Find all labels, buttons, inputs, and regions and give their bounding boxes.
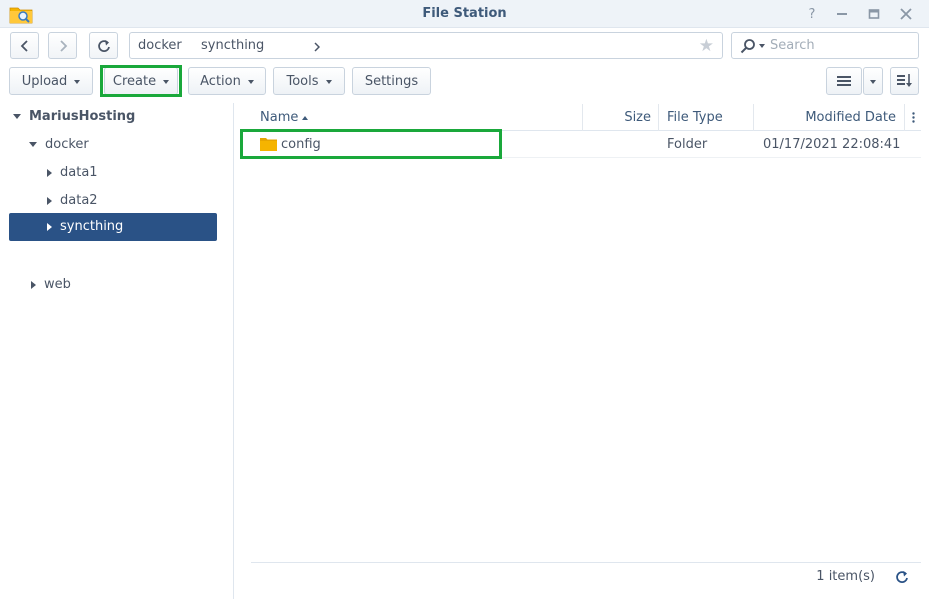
maximize-button[interactable] <box>864 4 884 24</box>
tree-item-syncthing[interactable]: syncthing <box>47 213 123 240</box>
tree-item-data2[interactable]: data2 <box>47 187 98 214</box>
folder-tree: MariusHosting docker data1 data2 syncthi… <box>0 103 234 599</box>
window-title: File Station <box>422 6 507 21</box>
column-name[interactable]: Name <box>251 104 583 131</box>
chevron-down-icon <box>74 80 81 84</box>
column-size-label: Size <box>624 110 651 125</box>
path-segment-syncthing[interactable]: syncthing <box>201 38 264 53</box>
upload-button[interactable]: Upload <box>9 67 93 95</box>
maximize-icon <box>868 9 880 19</box>
chevron-down-icon[interactable] <box>13 114 21 119</box>
column-modified-label: Modified Date <box>805 110 896 125</box>
chevron-right-icon[interactable] <box>47 168 52 177</box>
column-type[interactable]: File Type <box>659 104 754 131</box>
settings-button[interactable]: Settings <box>352 67 431 95</box>
column-name-label: Name <box>260 110 299 125</box>
settings-label: Settings <box>364 73 419 89</box>
tree-item-docker[interactable]: docker <box>29 131 89 158</box>
column-size[interactable]: Size <box>583 104 659 131</box>
row-name: config <box>281 137 321 152</box>
tree-label: syncthing <box>60 219 124 234</box>
search-icon <box>740 39 755 54</box>
tree-label: data2 <box>60 193 98 208</box>
chevron-down-icon[interactable] <box>759 44 765 48</box>
path-bar[interactable]: docker syncthing ★ <box>129 32 723 59</box>
row-type: Folder <box>667 137 708 152</box>
chevron-down-icon <box>163 80 170 84</box>
chevron-down-icon[interactable] <box>29 142 37 147</box>
create-button[interactable]: Create <box>104 67 178 95</box>
refresh-icon <box>97 39 110 52</box>
path-segment-docker[interactable]: docker <box>138 38 182 53</box>
title-bar: File Station ? <box>0 0 929 28</box>
action-label: Action <box>200 73 241 89</box>
chevron-left-icon <box>20 39 28 52</box>
list-header: Name Size File Type Modified Date <box>251 104 921 131</box>
chevron-down-icon <box>870 80 876 84</box>
tools-label: Tools <box>286 73 319 89</box>
tree-item-mariushosting[interactable]: MariusHosting <box>13 103 135 130</box>
search-placeholder: Search <box>770 38 815 53</box>
refresh-button[interactable] <box>89 32 118 59</box>
chevron-right-icon[interactable] <box>47 222 52 231</box>
column-modified[interactable]: Modified Date <box>754 104 905 131</box>
forward-button[interactable] <box>48 32 77 59</box>
view-mode-button[interactable] <box>826 67 862 95</box>
column-type-label: File Type <box>667 110 723 125</box>
list-view-icon <box>837 76 851 86</box>
sort-asc-icon <box>302 115 309 120</box>
item-count: 1 item(s) <box>816 569 875 584</box>
action-button[interactable]: Action <box>188 67 266 95</box>
sort-icon <box>896 74 912 87</box>
tools-button[interactable]: Tools <box>273 67 345 95</box>
back-button[interactable] <box>10 32 39 59</box>
chevron-right-icon <box>314 42 320 52</box>
column-options-button[interactable] <box>905 104 921 131</box>
tree-label: docker <box>45 137 89 152</box>
tree-label: data1 <box>60 165 98 180</box>
chevron-right-icon[interactable] <box>47 196 52 205</box>
tree-item-web[interactable]: web <box>31 271 71 298</box>
chevron-down-icon <box>325 80 332 84</box>
help-icon: ? <box>808 6 816 22</box>
tree-item-data1[interactable]: data1 <box>47 159 98 186</box>
close-icon <box>900 8 912 20</box>
close-button[interactable] <box>896 4 916 24</box>
upload-label: Upload <box>21 73 68 89</box>
table-row[interactable]: config Folder 01/17/2021 22:08:41 <box>251 131 921 158</box>
tree-label: MariusHosting <box>29 109 136 124</box>
refresh-icon[interactable] <box>895 570 909 584</box>
minimize-icon <box>837 13 847 15</box>
chevron-down-icon <box>247 80 254 84</box>
view-mode-dropdown[interactable] <box>863 67 883 95</box>
minimize-button[interactable] <box>832 4 852 24</box>
create-label: Create <box>112 73 157 89</box>
search-input[interactable]: Search <box>731 32 919 59</box>
tree-label: web <box>44 277 71 292</box>
star-icon[interactable]: ★ <box>699 36 714 56</box>
chevron-right-icon[interactable] <box>31 280 36 289</box>
row-modified: 01/17/2021 22:08:41 <box>763 137 901 152</box>
more-vertical-icon <box>911 112 915 123</box>
sort-button[interactable] <box>890 67 919 95</box>
help-button[interactable]: ? <box>802 4 822 24</box>
folder-icon <box>260 138 277 151</box>
chevron-right-icon <box>59 39 67 52</box>
status-bar: 1 item(s) <box>251 562 921 590</box>
